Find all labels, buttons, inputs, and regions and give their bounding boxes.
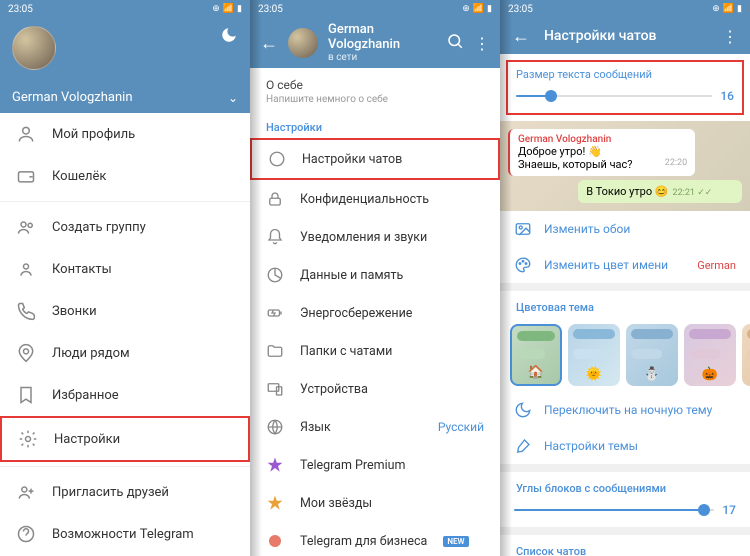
header-name: German Vologzhanin bbox=[328, 23, 436, 52]
avatar[interactable] bbox=[288, 28, 318, 58]
drawer-menu: Мой профиль Кошелёк Создать группу Конта… bbox=[0, 113, 250, 556]
chat-preview: German Vologzhanin Доброе утро! 👋 Знаешь… bbox=[500, 121, 750, 211]
menu-new-group[interactable]: Создать группу bbox=[0, 206, 250, 248]
brush-icon bbox=[514, 437, 532, 455]
drawer-pane: 23:05 ⊕📶▮ German Vologzhanin ⌄ Мой профи… bbox=[0, 0, 250, 556]
night-mode-icon[interactable] bbox=[220, 26, 238, 44]
menu-saved[interactable]: Избранное bbox=[0, 374, 250, 416]
gear-icon bbox=[18, 429, 38, 449]
bubble-outgoing: В Токио утро 😊22:21 ✓✓ bbox=[578, 180, 742, 203]
status-time: 23:05 bbox=[8, 4, 33, 15]
text-size-label: Размер текста сообщений bbox=[516, 68, 734, 81]
status-bar: 23:05 ⊕📶▮ bbox=[500, 0, 750, 18]
status-icons: ⊕📶▮ bbox=[212, 4, 242, 14]
section-chatlist: Список чатов bbox=[500, 535, 750, 556]
stars-icon bbox=[266, 494, 284, 512]
star-icon bbox=[266, 456, 284, 474]
chevron-down-icon[interactable]: ⌄ bbox=[228, 91, 238, 105]
section-theme: Цветовая тема bbox=[500, 291, 750, 318]
theme-card[interactable]: 🏠 bbox=[510, 324, 562, 386]
bookmark-icon bbox=[16, 385, 36, 405]
menu-calls[interactable]: Звонки bbox=[0, 290, 250, 332]
menu-contacts[interactable]: Контакты bbox=[0, 248, 250, 290]
menu-invite[interactable]: Пригласить друзей bbox=[0, 471, 250, 513]
row-battery[interactable]: Энергосбережение bbox=[250, 294, 500, 332]
devices-icon bbox=[266, 380, 284, 398]
row-premium[interactable]: Telegram Premium bbox=[250, 446, 500, 484]
pie-icon bbox=[266, 266, 284, 284]
status-bar: 23:05 ⊕📶▮ bbox=[250, 0, 500, 18]
new-badge: NEW bbox=[443, 536, 468, 547]
more-icon[interactable]: ⋮ bbox=[474, 34, 490, 53]
section-corners: Углы блоков с сообщениями bbox=[500, 472, 750, 499]
theme-card[interactable]: 🌸 bbox=[742, 324, 750, 386]
bell-icon bbox=[266, 228, 284, 246]
text-size-section: Размер текста сообщений 16 bbox=[506, 60, 744, 115]
invite-icon bbox=[16, 482, 36, 502]
chat-icon bbox=[268, 150, 286, 168]
menu-my-profile[interactable]: Мой профиль bbox=[0, 113, 250, 155]
status-time: 23:05 bbox=[508, 4, 533, 15]
battery-icon bbox=[266, 304, 284, 322]
user-name: German Vologzhanin bbox=[12, 90, 133, 105]
back-icon[interactable]: ← bbox=[512, 26, 530, 47]
wallet-icon bbox=[16, 166, 36, 186]
help-icon bbox=[16, 524, 36, 544]
link-theme-settings[interactable]: Настройки темы bbox=[500, 428, 750, 464]
about-section[interactable]: О себе Напишите немного о себе bbox=[250, 68, 500, 111]
phone-icon bbox=[16, 301, 36, 321]
row-devices[interactable]: Устройства bbox=[250, 370, 500, 408]
image-icon bbox=[514, 220, 532, 238]
row-language[interactable]: ЯзыкРусский bbox=[250, 408, 500, 446]
theme-card[interactable]: 🎃 bbox=[684, 324, 736, 386]
more-icon[interactable]: ⋮ bbox=[722, 27, 738, 46]
menu-features[interactable]: Возможности Telegram bbox=[0, 513, 250, 555]
globe-icon bbox=[266, 418, 284, 436]
link-wallpaper[interactable]: Изменить обои bbox=[500, 211, 750, 247]
row-chat-settings[interactable]: Настройки чатов bbox=[250, 138, 500, 180]
row-notifications[interactable]: Уведомления и звуки bbox=[250, 218, 500, 256]
header-status: в сети bbox=[328, 52, 436, 63]
theme-card[interactable]: 🌞 bbox=[568, 324, 620, 386]
menu-wallet[interactable]: Кошелёк bbox=[0, 155, 250, 197]
menu-nearby[interactable]: Люди рядом bbox=[0, 332, 250, 374]
text-size-value: 16 bbox=[720, 89, 734, 103]
bubble-incoming: German Vologzhanin Доброе утро! 👋 Знаешь… bbox=[508, 129, 695, 176]
link-night-mode[interactable]: Переключить на ночную тему bbox=[500, 392, 750, 428]
lock-icon bbox=[266, 190, 284, 208]
row-stars[interactable]: Мои звёзды bbox=[250, 484, 500, 522]
nearby-icon bbox=[16, 343, 36, 363]
link-name-color[interactable]: Изменить цвет имениGerman bbox=[500, 247, 750, 283]
folder-icon bbox=[266, 342, 284, 360]
section-settings: Настройки bbox=[250, 111, 500, 138]
row-folders[interactable]: Папки с чатами bbox=[250, 332, 500, 370]
moon-icon bbox=[514, 401, 532, 419]
menu-settings[interactable]: Настройки bbox=[0, 416, 250, 462]
theme-card[interactable]: ⛄ bbox=[626, 324, 678, 386]
settings-pane: 23:05 ⊕📶▮ ← German Vologzhanin в сети ⋮ … bbox=[250, 0, 500, 556]
row-data[interactable]: Данные и память bbox=[250, 256, 500, 294]
corners-slider[interactable] bbox=[514, 509, 714, 511]
search-icon[interactable] bbox=[446, 32, 464, 54]
avatar[interactable] bbox=[12, 26, 56, 70]
status-bar: 23:05 ⊕📶▮ bbox=[0, 0, 250, 18]
row-privacy[interactable]: Конфиденциальность bbox=[250, 180, 500, 218]
palette-icon bbox=[514, 256, 532, 274]
biz-icon bbox=[266, 532, 284, 550]
chat-settings-pane: 23:05 ⊕📶▮ ← Настройки чатов ⋮ Размер тек… bbox=[500, 0, 750, 556]
user-icon bbox=[16, 124, 36, 144]
theme-picker: 🏠 🌞 ⛄ 🎃 🌸 bbox=[500, 318, 750, 392]
group-icon bbox=[16, 217, 36, 237]
page-title: Настройки чатов bbox=[544, 28, 708, 44]
contact-icon bbox=[16, 259, 36, 279]
text-size-slider[interactable] bbox=[516, 95, 712, 97]
corners-value: 17 bbox=[722, 503, 736, 517]
row-business[interactable]: Telegram для бизнесаNEW bbox=[250, 522, 500, 556]
status-time: 23:05 bbox=[258, 4, 283, 15]
back-icon[interactable]: ← bbox=[260, 33, 278, 54]
